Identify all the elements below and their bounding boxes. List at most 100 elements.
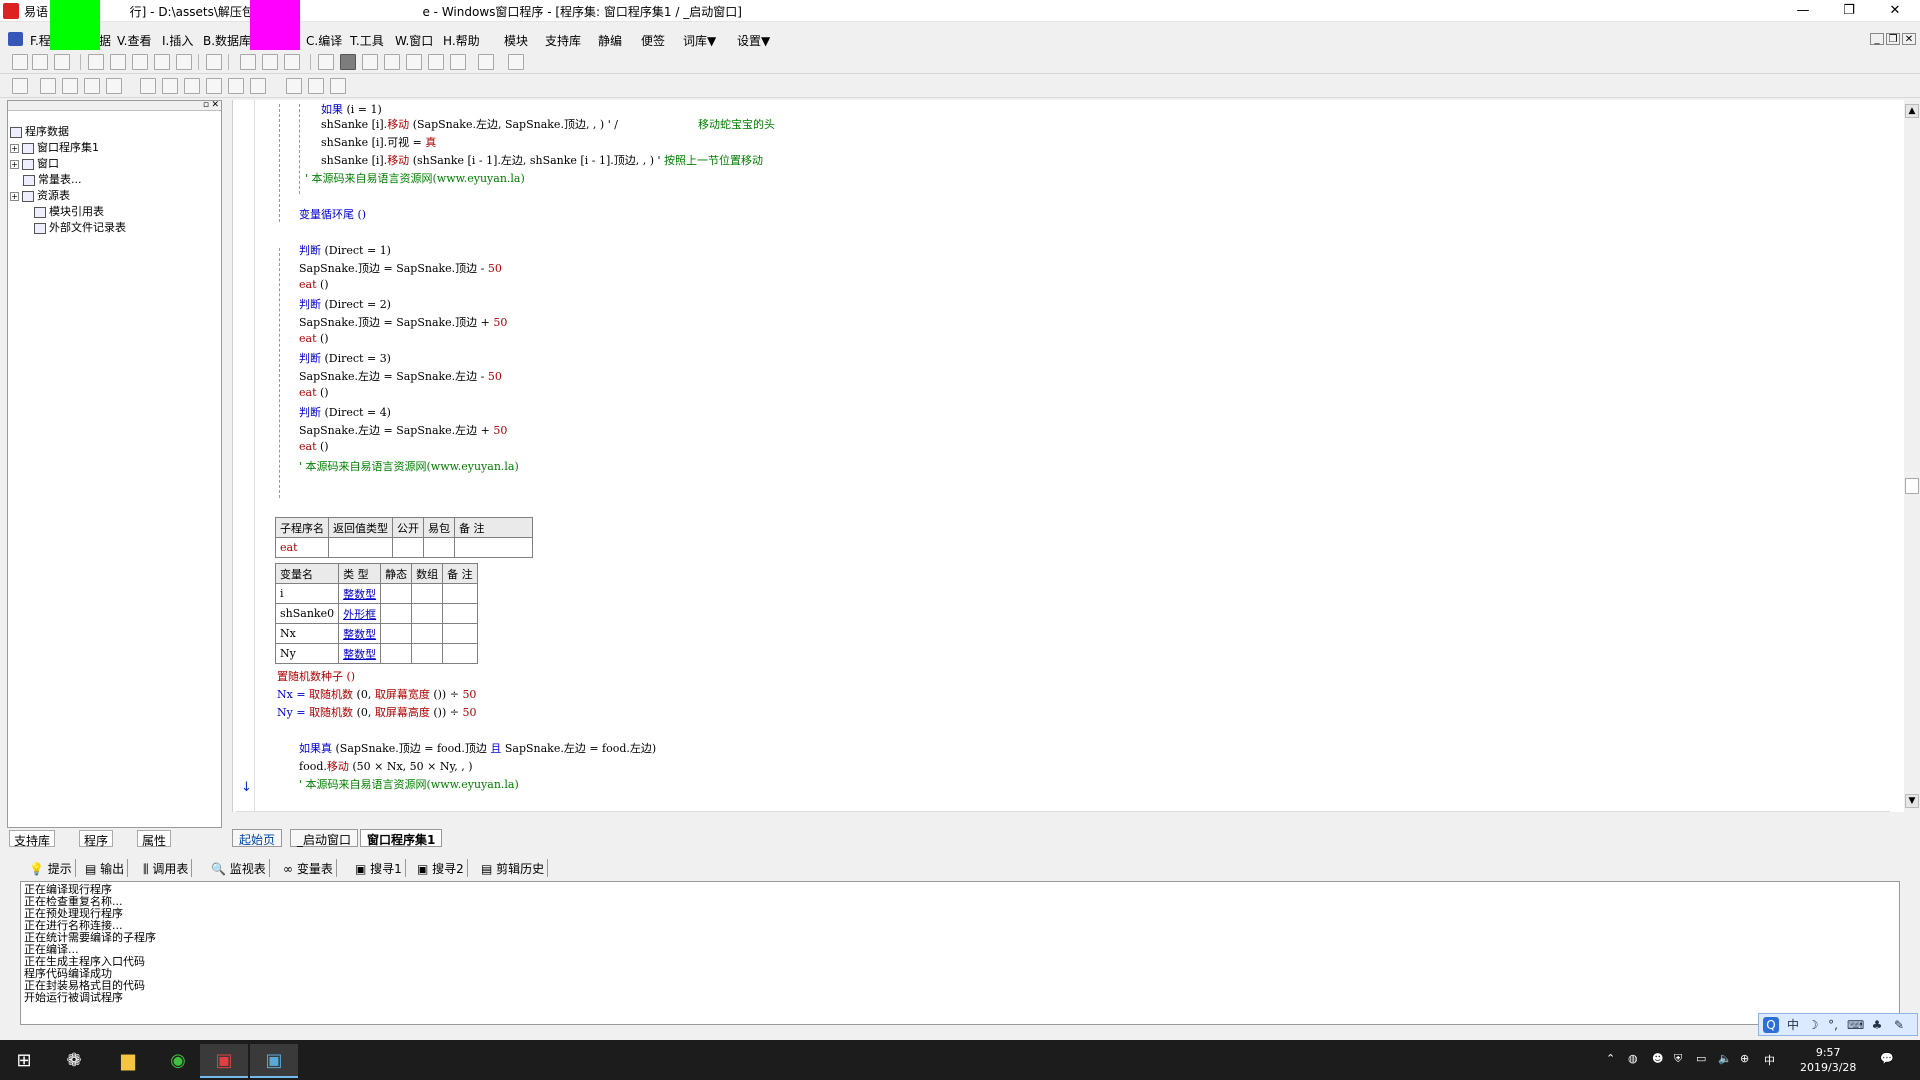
variable-table[interactable]: 变量名 类 型 静态 数组 备 注 i 整数型 shSanke0 外形框 Nx 整数型… [274,563,478,664]
ime-skin-icon[interactable]: ♣ [1869,1017,1885,1033]
tab-support-lib[interactable]: 支持库 [9,830,56,848]
editor-vertical-scrollbar[interactable]: ▲ ▼ [1904,100,1920,812]
subroutine-table[interactable]: 子程序名 返回值类型 公开 易包 备 注 eat [275,517,533,558]
panel-close-icon[interactable]: ✕ [211,100,219,110]
open-file-icon[interactable] [32,54,48,70]
menu-data[interactable]: 据 [99,32,111,49]
mdi-close-button[interactable]: ✕ [1902,33,1916,45]
grid-icon[interactable] [12,78,28,94]
browser-icon[interactable]: ◉ [154,1044,202,1078]
minimize-button[interactable]: — [1780,0,1826,22]
align-bottom-icon[interactable] [106,78,122,94]
step-out-icon[interactable] [406,54,422,70]
tree-root[interactable]: 程序数据 [10,123,69,138]
expand-icon[interactable]: + [10,143,19,153]
save-icon[interactable] [54,54,70,70]
menu-tools[interactable]: T.工具 [350,32,384,49]
menu-dictionary[interactable]: 词库▼ [683,32,716,49]
ime-halfwidth-icon[interactable]: ☽ [1805,1017,1821,1033]
tree-item-external-files[interactable]: 外部文件记录表 [34,219,126,234]
hand-icon[interactable] [478,54,494,70]
tree-item-window[interactable]: + 窗口 [10,155,59,170]
tab-startup-window[interactable]: _启动窗口 [290,829,359,847]
easy-language-icon[interactable]: ▣ [200,1044,248,1078]
running-program-icon[interactable]: ▣ [250,1044,298,1078]
menu-support-lib[interactable]: 支持库 [545,32,581,49]
find-icon[interactable] [206,54,222,70]
copy-icon[interactable] [110,54,126,70]
tab-window-assembly[interactable]: 窗口程序集1 [360,829,443,847]
app-icon-pinned[interactable]: ❁ [50,1044,98,1078]
notification-icon[interactable]: 💬 [1880,1052,1894,1065]
align-center-icon[interactable] [62,78,78,94]
run-to-cursor-icon[interactable] [428,54,444,70]
tray-shield-icon[interactable]: ⛨ [1674,1052,1682,1066]
step-over-icon[interactable] [384,54,400,70]
tab-properties[interactable]: 属性 [137,830,172,848]
tab-program[interactable]: 程序 [79,830,114,848]
mdi-minimize-button[interactable]: _ [1870,33,1884,45]
menu-module[interactable]: 模块 [504,32,528,49]
layout-top-icon[interactable] [262,54,278,70]
menu-static-compile[interactable]: 静编 [598,32,622,49]
close-button[interactable]: ✕ [1872,0,1918,22]
menu-compile[interactable]: C.编译 [306,32,342,49]
tree-item-resources[interactable]: + 资源表 [10,187,70,202]
start-button-icon[interactable]: ⊞ [0,1044,48,1078]
align-top-icon[interactable] [84,78,100,94]
tab-output[interactable]: ▤ 输出 [82,859,129,877]
same-height-icon[interactable] [162,78,178,94]
network-icon[interactable]: ▭ [1696,1052,1706,1065]
tray-ime-icon[interactable]: ⊕ [1740,1052,1749,1065]
menu-settings[interactable]: 设置▼ [737,32,770,49]
layout-left-icon[interactable] [240,54,256,70]
panel-pin-icon[interactable]: ▫ [203,100,209,110]
tray-app-icon[interactable]: ◍ [1628,1052,1638,1065]
tray-chevron-icon[interactable]: ⌃ [1606,1052,1615,1065]
tree-item-assembly[interactable]: + 窗口程序集1 [10,139,99,154]
space-v-icon[interactable] [228,78,244,94]
tab-search2[interactable]: ▣ 搜寻2 [414,859,468,877]
tab-variables[interactable]: ∞ 变量表 [280,859,337,877]
step-into-icon[interactable] [362,54,378,70]
fit-icon[interactable] [308,78,324,94]
clock[interactable]: 9:57 2019/3/28 [1800,1045,1856,1075]
ime-toolbar[interactable]: Q 中 ☽ °, ⌨ ♣ ✎ [1758,1013,1918,1036]
ime-logo-icon[interactable]: Q [1763,1017,1779,1033]
menu-view[interactable]: V.查看 [117,32,151,49]
scroll-thumb[interactable] [1905,478,1919,494]
table-row[interactable]: shSanke0 外形框 [274,603,478,624]
ime-keyboard-icon[interactable]: ⌨ [1847,1017,1864,1033]
paste-icon[interactable] [132,54,148,70]
scroll-down-icon[interactable]: ▼ [1905,794,1919,808]
tab-search1[interactable]: ▣ 搜寻1 [352,859,406,877]
scroll-up-icon[interactable]: ▲ [1905,104,1919,118]
file-explorer-icon[interactable]: ▆ [104,1044,152,1078]
ime-punct-icon[interactable]: °, [1825,1017,1841,1033]
lock-icon[interactable] [330,78,346,94]
space-h-icon[interactable] [206,78,222,94]
tree-item-modules[interactable]: 模块引用表 [34,203,104,218]
layout-grid-icon[interactable] [284,54,300,70]
tab-hint[interactable]: 💡 提示 [26,859,76,877]
menu-file[interactable]: F.程 [30,32,51,49]
table-row[interactable]: Ny 整数型 [274,643,478,664]
output-panel[interactable]: 正在编译现行程序 正在检查重复名称... 正在预处理现行程序 正在进行名称连接.… [20,881,1900,1025]
undo-icon[interactable] [176,54,192,70]
menu-window[interactable]: W.窗口 [395,32,433,49]
menu-notes[interactable]: 便签 [641,32,665,49]
new-file-icon[interactable] [12,54,28,70]
same-width-icon[interactable] [140,78,156,94]
table-row[interactable]: Nx 整数型 [274,623,478,644]
mdi-restore-button[interactable]: ❐ [1886,33,1900,45]
redo-icon[interactable] [154,54,170,70]
ime-chinese-mode[interactable]: 中 [1785,1017,1801,1033]
center-v-icon[interactable] [286,78,302,94]
tray-ime-label[interactable]: 中 [1764,1052,1775,1068]
tray-qq-icon[interactable]: ☻ [1652,1052,1663,1065]
same-size-icon[interactable] [184,78,200,94]
expand-icon[interactable]: + [10,191,19,201]
restore-button[interactable]: ❐ [1826,0,1872,22]
stop-icon[interactable] [340,54,356,70]
run-icon[interactable] [318,54,334,70]
